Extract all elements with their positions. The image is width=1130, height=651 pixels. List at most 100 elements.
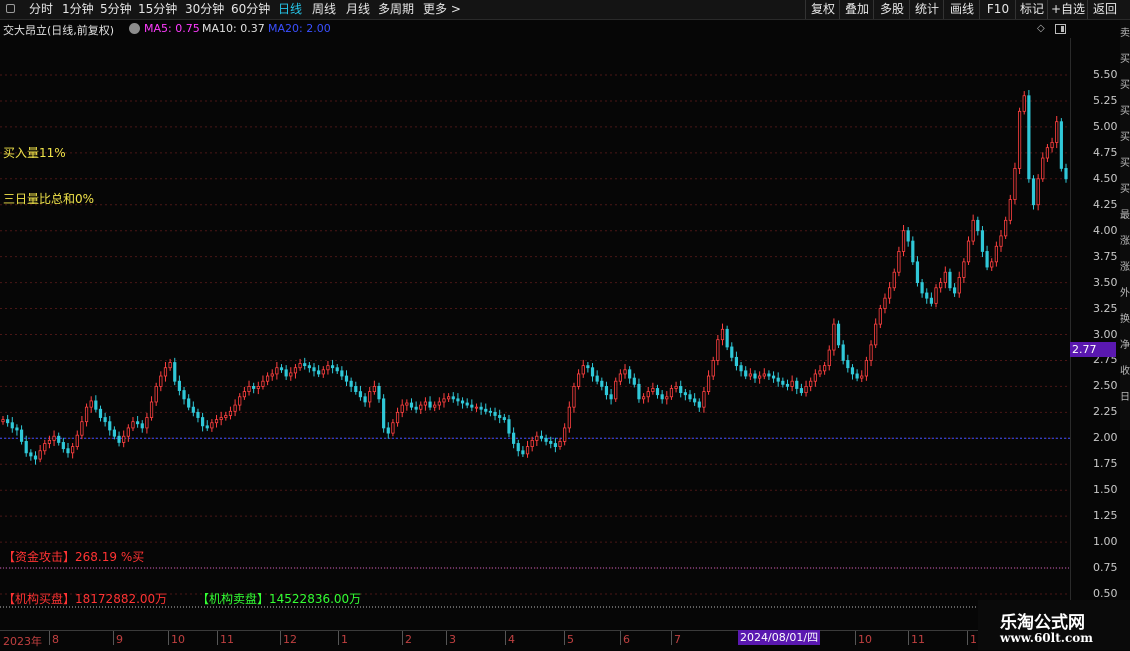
mark-button[interactable]: 标记 <box>1015 0 1048 19</box>
side-panel-char: 外 <box>1120 288 1130 299</box>
diamond-icon[interactable]: ◇ <box>1037 23 1045 34</box>
candle <box>813 369 817 387</box>
candle <box>89 396 93 413</box>
candle <box>576 369 581 390</box>
candle <box>330 359 335 374</box>
date-separator <box>338 631 339 645</box>
candle <box>855 369 859 382</box>
date-separator <box>280 631 281 645</box>
side-panel-char: 买 <box>1120 54 1130 65</box>
candle <box>730 342 734 362</box>
more-menu-button[interactable]: 更多 > <box>423 1 461 18</box>
candle <box>971 214 975 246</box>
ma20-label: MA20: 2.00 <box>268 22 331 35</box>
price-axis[interactable]: 5.50 5.25 5.00 4.75 4.50 4.25 4.00 3.75 3.50 3.25… <box>1070 38 1121 630</box>
candle <box>210 419 214 432</box>
candle <box>637 378 641 403</box>
tab-period-30min[interactable]: 30分钟 <box>185 1 224 18</box>
candle <box>758 371 762 384</box>
settings-icon[interactable] <box>129 23 140 34</box>
candle <box>433 401 437 412</box>
panel-toggle-icon[interactable] <box>1055 24 1066 34</box>
institution-buy-label: 【机构买盘】 <box>3 592 76 606</box>
tab-period-1min[interactable]: 1分钟 <box>62 1 94 18</box>
candle <box>683 388 687 401</box>
candle <box>809 377 813 392</box>
fund-attack-label: 【资金攻击】 <box>3 550 76 564</box>
candle <box>289 367 293 381</box>
candle <box>149 396 154 421</box>
price-tick-label: 2.25 <box>1093 405 1118 419</box>
candle <box>962 258 966 284</box>
candle <box>841 340 845 365</box>
candle <box>219 411 223 426</box>
candle <box>929 292 933 307</box>
buy-volume-ratio: 买入量11% <box>3 146 66 160</box>
candle <box>163 362 168 382</box>
tab-period-15min[interactable]: 15分钟 <box>138 1 177 18</box>
candle <box>864 356 868 381</box>
date-axis-label: 11 <box>220 633 234 646</box>
candle <box>242 386 246 400</box>
tab-period-daily[interactable]: 日线 <box>278 1 302 18</box>
date-separator <box>505 631 506 645</box>
candle <box>400 399 404 418</box>
tab-period-intraday[interactable]: 分时 <box>29 1 53 18</box>
candle <box>892 268 896 291</box>
candle <box>535 431 539 446</box>
multi-stock-button[interactable]: 多股 <box>873 0 910 19</box>
add-watchlist-button[interactable]: +自选 <box>1047 0 1088 19</box>
tab-period-weekly[interactable]: 周线 <box>312 1 336 18</box>
tab-period-60min[interactable]: 60分钟 <box>231 1 270 18</box>
candle <box>470 399 474 412</box>
candle <box>112 426 117 440</box>
candle <box>340 366 344 380</box>
candle <box>572 382 576 413</box>
candle <box>103 412 107 427</box>
candle <box>799 383 804 396</box>
candle <box>525 440 530 458</box>
candle <box>29 449 33 461</box>
period-toolbar: 分时 1分钟 5分钟 15分钟 30分钟 60分钟 日线 周线 月线 多周期 更… <box>0 0 1130 20</box>
adjust-button[interactable]: 复权 <box>805 0 840 19</box>
candle <box>1055 116 1059 149</box>
tab-period-5min[interactable]: 5分钟 <box>100 1 132 18</box>
statistics-button[interactable]: 统计 <box>909 0 944 19</box>
candle <box>363 393 367 407</box>
candle <box>261 375 265 390</box>
candle <box>451 392 455 403</box>
price-tick-label: 0.50 <box>1093 587 1118 600</box>
candle <box>205 420 209 432</box>
candle <box>725 325 729 351</box>
candle <box>256 381 260 395</box>
candle <box>651 382 655 395</box>
three-day-volume-ratio: 三日量比总和0% <box>3 192 95 206</box>
candlestick-chart[interactable] <box>0 0 1130 650</box>
date-axis-label: 1 <box>341 633 348 646</box>
candle <box>382 394 386 433</box>
candle <box>284 365 288 380</box>
candle <box>874 318 878 348</box>
tab-period-multi[interactable]: 多周期 <box>378 1 414 18</box>
price-tick-label: 3.50 <box>1093 275 1118 289</box>
candle <box>191 401 195 417</box>
window-icon[interactable] <box>6 4 15 13</box>
candle <box>43 439 47 455</box>
side-panel-char: 买 <box>1120 158 1130 169</box>
candle <box>600 377 604 391</box>
candle <box>943 266 947 289</box>
draw-line-button[interactable]: 画线 <box>943 0 980 19</box>
candle <box>428 396 432 411</box>
date-separator <box>113 631 114 645</box>
back-button[interactable]: 返回 <box>1087 0 1122 19</box>
side-panel-strip[interactable]: 卖买买买买买买最涨涨外换净收日 <box>1120 20 1130 430</box>
ma5-label: MA5: 0.75 <box>144 22 200 35</box>
overlay-button[interactable]: 叠加 <box>839 0 874 19</box>
watermark-title: 乐淘公式网 <box>1000 613 1085 633</box>
f10-button[interactable]: F10 <box>979 0 1016 19</box>
tab-period-monthly[interactable]: 月线 <box>346 1 370 18</box>
price-tick-label: 5.50 <box>1093 68 1118 81</box>
candle <box>567 401 571 433</box>
candle <box>785 379 790 391</box>
institution-sell-indicator: 【机构卖盘】14522836.00万 <box>197 590 361 607</box>
